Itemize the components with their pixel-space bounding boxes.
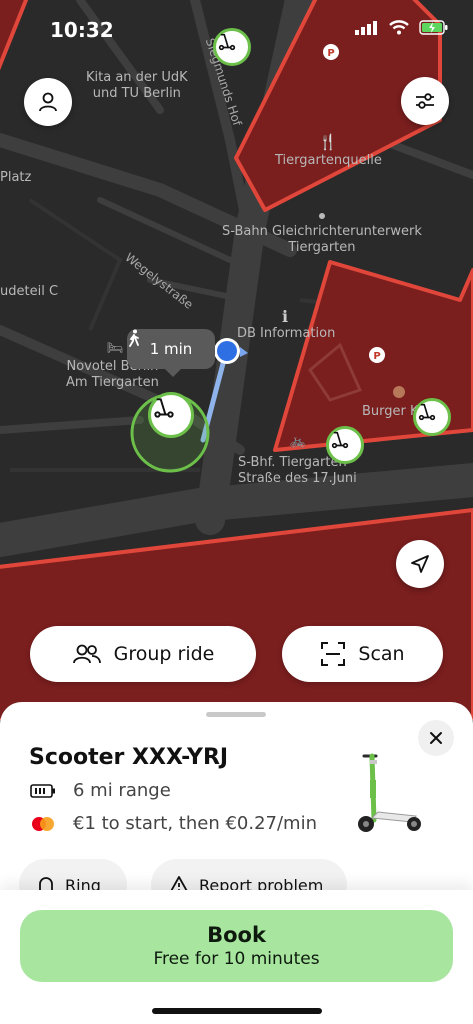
scooter-icon — [418, 403, 436, 421]
scan-label: Scan — [358, 643, 405, 665]
vehicle-title: Scooter XXX-YRJ — [29, 745, 229, 770]
map-label-db-information: DB Information — [237, 326, 336, 341]
map-label-tiergartenquelle: Tiergartenquelle — [275, 153, 382, 168]
range-text: 6 mi range — [73, 780, 171, 801]
booking-footer: Book Free for 10 minutes — [0, 890, 473, 1024]
home-indicator[interactable] — [152, 1008, 322, 1014]
group-icon — [72, 644, 101, 664]
filter-button[interactable] — [401, 77, 449, 125]
status-time: 10:32 — [50, 18, 114, 42]
close-icon — [430, 732, 442, 744]
battery-icon — [419, 20, 448, 35]
user-icon — [39, 92, 57, 112]
range-row: 6 mi range — [29, 780, 171, 801]
scooter-icon — [331, 431, 349, 449]
scooter-pin[interactable] — [413, 398, 451, 436]
svg-text:i: i — [282, 307, 288, 326]
pricing-text: €1 to start, then €0.27/min — [73, 813, 317, 834]
scooter-pin[interactable] — [326, 426, 364, 464]
sheet-grabber[interactable] — [206, 712, 266, 717]
selected-scooter-pin[interactable] — [148, 392, 194, 438]
map-label-burger: Burger K — [362, 404, 419, 419]
recenter-button[interactable] — [396, 540, 444, 588]
scan-button[interactable]: Scan — [282, 626, 443, 682]
sliders-icon — [416, 93, 434, 109]
walk-time-bubble: 1 min — [127, 329, 215, 377]
map-label-udeteil: udeteil C — [0, 284, 59, 299]
scooter-image — [358, 753, 421, 832]
wifi-icon — [389, 20, 409, 35]
svg-text:🚲: 🚲 — [290, 434, 306, 449]
book-button[interactable]: Book Free for 10 minutes — [20, 910, 453, 982]
pricing-row: €1 to start, then €0.27/min — [29, 813, 317, 834]
book-subtitle: Free for 10 minutes — [153, 949, 320, 969]
status-bar: 10:32 — [0, 0, 473, 60]
card-icon — [32, 816, 54, 831]
signal-icon — [355, 20, 377, 35]
scooter-icon — [154, 398, 174, 418]
group-ride-label: Group ride — [113, 643, 215, 665]
walking-icon — [129, 329, 139, 347]
map-label-platz: Platz — [0, 170, 32, 185]
status-icons — [355, 20, 449, 35]
svg-text:🛏: 🛏 — [107, 341, 124, 356]
walk-time-text: 1 min — [149, 340, 193, 358]
scan-icon — [321, 642, 346, 666]
map-label-sbahn-werk: S-Bahn Gleichrichterunterwerk Tiergarten — [222, 224, 422, 255]
group-ride-button[interactable]: Group ride — [30, 626, 256, 682]
book-title: Book — [207, 923, 266, 947]
map-label-kita: Kita an der UdK und TU Berlin — [86, 70, 188, 101]
profile-button[interactable] — [24, 78, 72, 126]
svg-text:🍴: 🍴 — [319, 133, 338, 151]
location-arrow-icon — [411, 555, 429, 573]
svg-text:P: P — [373, 351, 380, 362]
battery-level-icon — [30, 783, 55, 798]
